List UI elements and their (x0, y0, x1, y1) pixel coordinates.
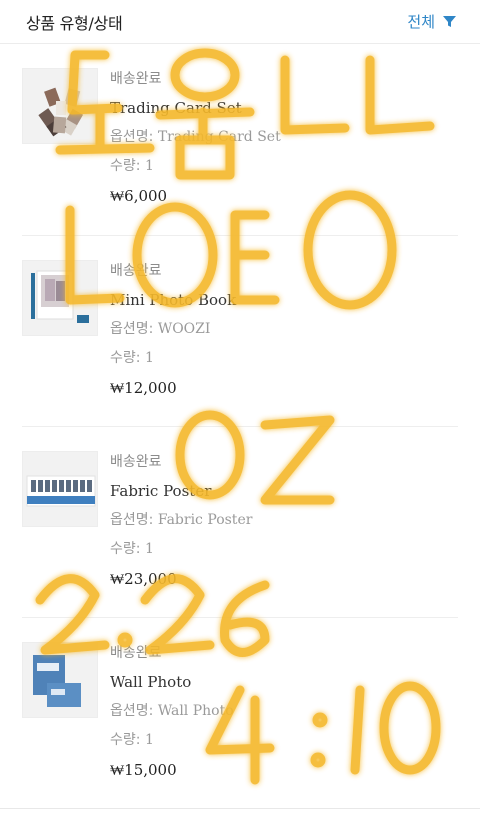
product-info: 배송완료 Fabric Poster 옵션명: Fabric Poster 수량… (110, 451, 252, 590)
delivery-status: 배송완료 (110, 71, 162, 87)
product-quantity: 수량: 1 (110, 538, 252, 560)
product-thumbnail[interactable] (22, 451, 98, 527)
quantity-value: 1 (144, 158, 154, 174)
filter-button[interactable]: 전체 (407, 11, 456, 32)
product-thumbnail[interactable] (22, 260, 98, 336)
option-value: Wall Photo (157, 703, 234, 719)
filter-label: 전체 (407, 13, 435, 31)
product-option: 옵션명: Trading Card Set (110, 126, 281, 148)
option-value: Trading Card Set (157, 129, 281, 145)
photo-book-photo (23, 261, 97, 335)
product-thumbnail[interactable] (22, 642, 98, 718)
delivery-status: 배송완료 (110, 454, 162, 470)
product-price: ₩6,000 (110, 187, 168, 205)
product-info: 배송완료 Wall Photo 옵션명: Wall Photo 수량: 1 ₩1… (110, 642, 234, 781)
product-price: ₩23,000 (110, 570, 177, 588)
list-item[interactable]: 배송완료 Mini Photo Book 옵션명: WOOZI 수량: 1 ₩1… (22, 235, 458, 426)
quantity-value: 1 (144, 350, 154, 366)
quantity-label: 수량: (110, 541, 141, 557)
list-item[interactable]: 배송완료 Fabric Poster 옵션명: Fabric Poster 수량… (22, 426, 458, 617)
product-name[interactable]: Mini Photo Book (110, 289, 236, 311)
fabric-poster-photo (23, 452, 97, 526)
list-item[interactable]: 배송완료 Wall Photo 옵션명: Wall Photo 수량: 1 ₩1… (22, 617, 458, 808)
product-quantity: 수량: 1 (110, 729, 234, 751)
product-name[interactable]: Trading Card Set (110, 97, 281, 119)
product-quantity: 수량: 1 (110, 347, 236, 369)
option-label: 옵션명: (110, 321, 154, 337)
product-price: ₩12,000 (110, 379, 177, 397)
product-quantity: 수량: 1 (110, 155, 281, 177)
trading-card-photo (23, 69, 97, 143)
bottom-divider (0, 808, 480, 809)
quantity-value: 1 (144, 541, 154, 557)
product-price: ₩15,000 (110, 761, 177, 779)
delivery-status: 배송완료 (110, 645, 162, 661)
quantity-value: 1 (144, 732, 154, 748)
option-value: WOOZI (157, 321, 211, 337)
list-item[interactable]: 배송완료 Trading Card Set 옵션명: Trading Card … (0, 44, 480, 235)
quantity-label: 수량: (110, 158, 141, 174)
product-info: 배송완료 Mini Photo Book 옵션명: WOOZI 수량: 1 ₩1… (110, 260, 236, 399)
header-bar: 상품 유형/상태 전체 (0, 0, 480, 44)
product-name[interactable]: Fabric Poster (110, 480, 252, 502)
option-label: 옵션명: (110, 512, 154, 528)
product-option: 옵션명: Fabric Poster (110, 509, 252, 531)
product-option: 옵션명: Wall Photo (110, 700, 234, 722)
quantity-label: 수량: (110, 732, 141, 748)
order-list: 배송완료 Trading Card Set 옵션명: Trading Card … (0, 44, 480, 808)
quantity-label: 수량: (110, 350, 141, 366)
filter-icon (443, 15, 456, 28)
option-label: 옵션명: (110, 129, 154, 145)
product-option: 옵션명: WOOZI (110, 318, 236, 340)
delivery-status: 배송완료 (110, 263, 162, 279)
option-value: Fabric Poster (157, 512, 253, 528)
wall-photo-photo (23, 643, 97, 717)
product-name[interactable]: Wall Photo (110, 671, 234, 693)
option-label: 옵션명: (110, 703, 154, 719)
page-title: 상품 유형/상태 (26, 13, 123, 33)
product-thumbnail[interactable] (22, 68, 98, 144)
product-info: 배송완료 Trading Card Set 옵션명: Trading Card … (110, 68, 281, 207)
